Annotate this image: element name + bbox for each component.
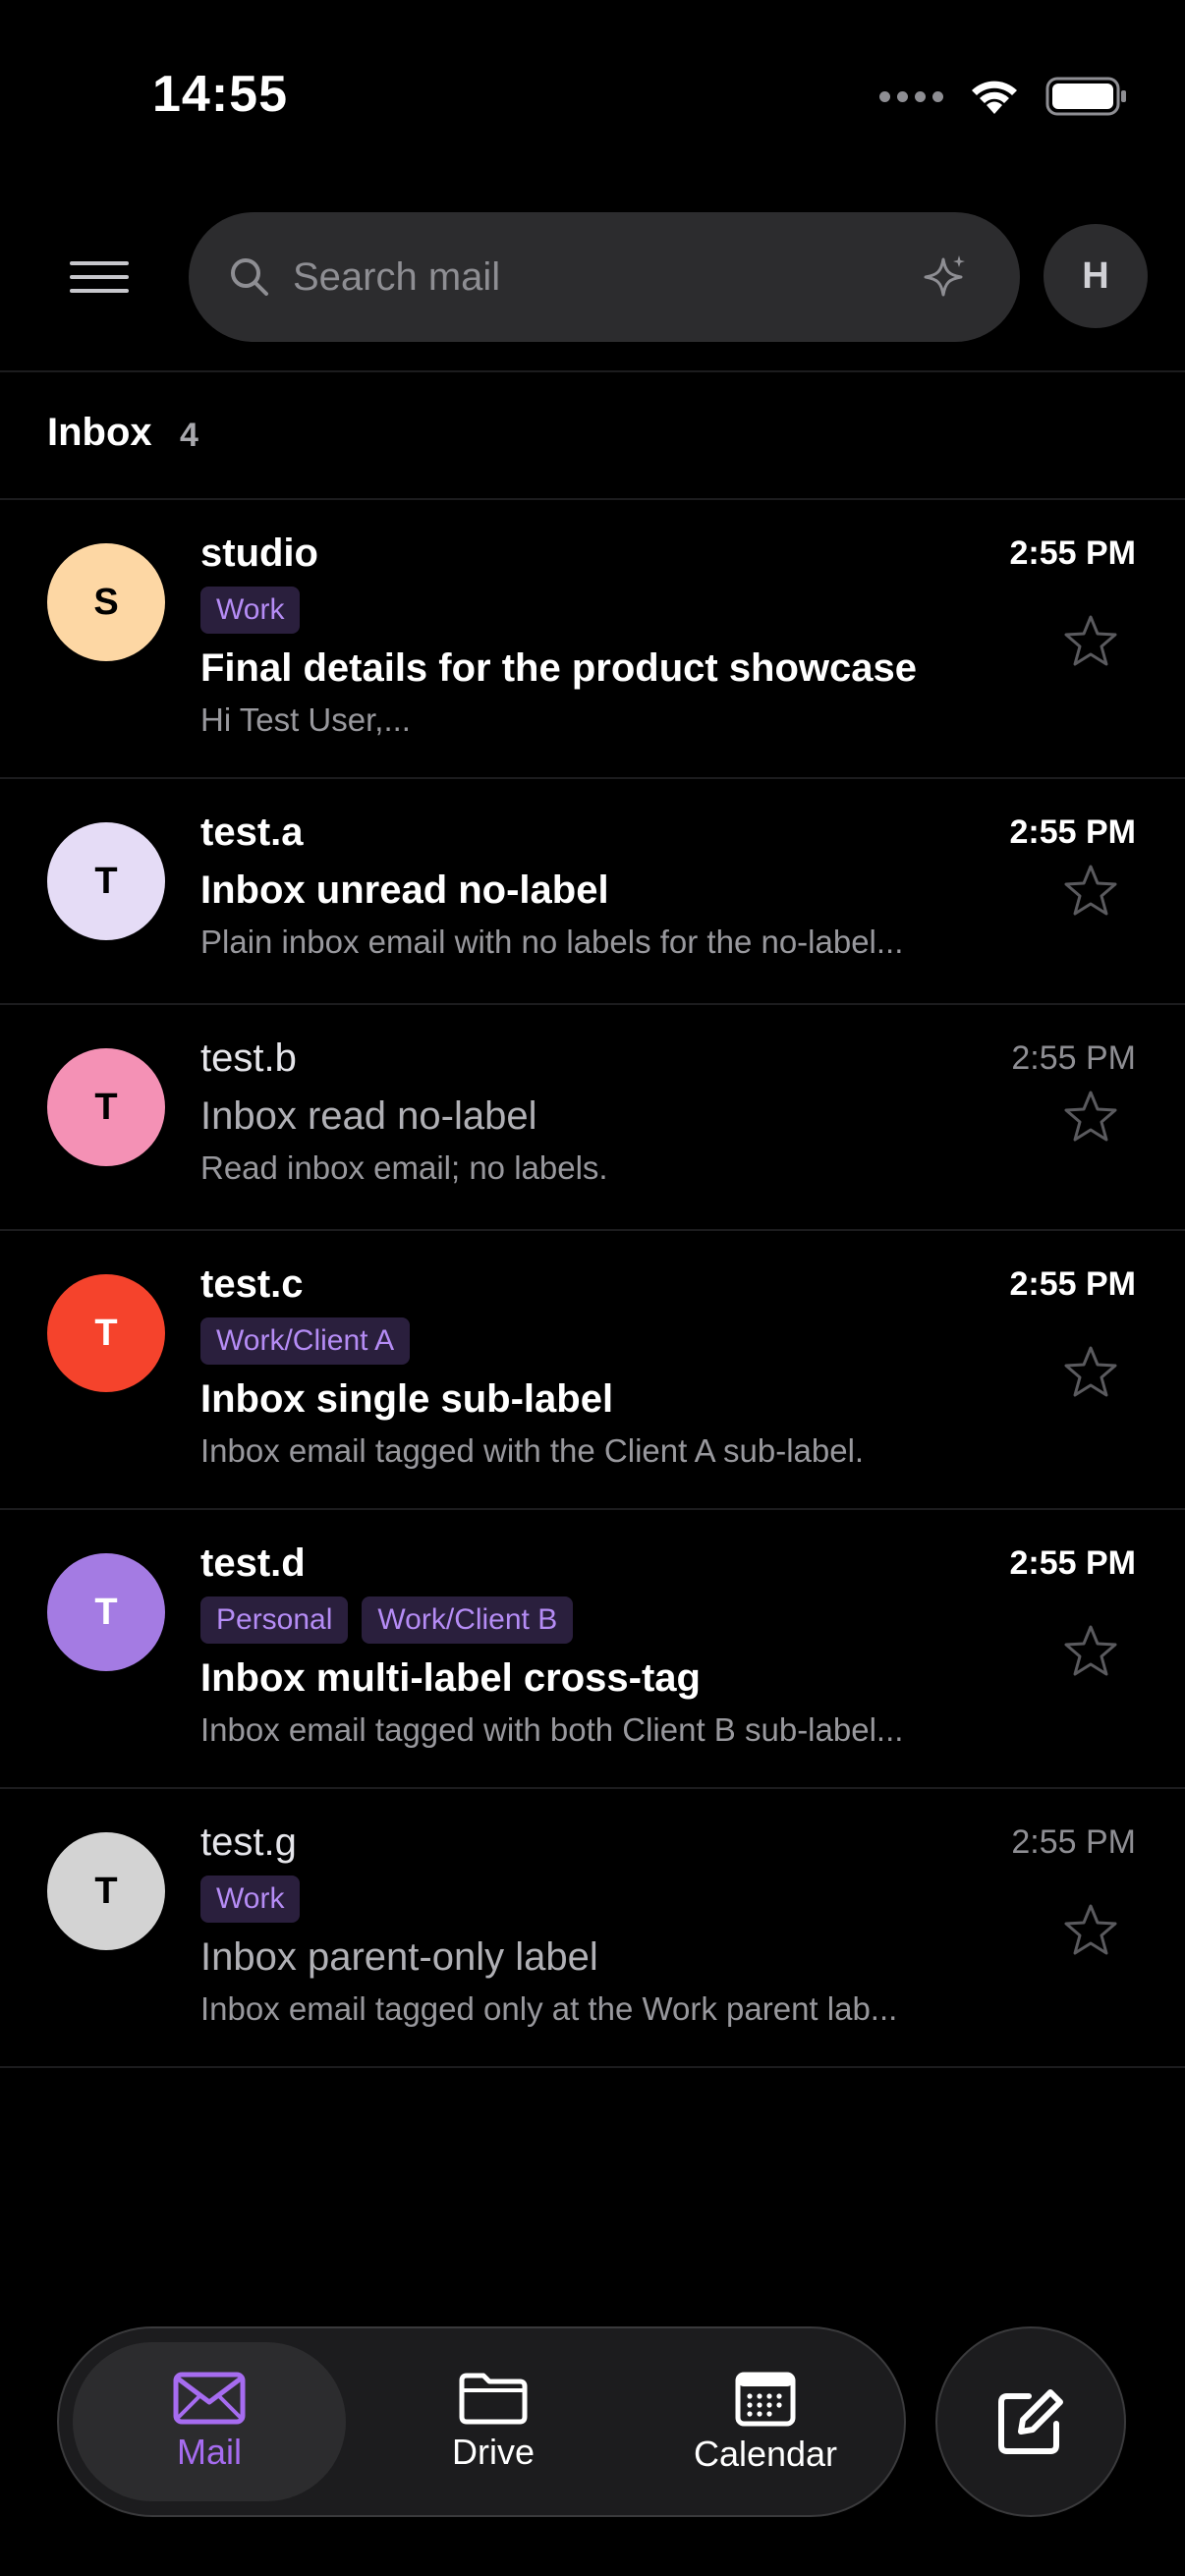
label-chip[interactable]: Work/Client A <box>200 1317 411 1365</box>
email-snippet: Inbox email tagged with the Client A sub… <box>200 1432 865 1469</box>
signal-icon <box>879 90 943 102</box>
compose-button[interactable] <box>935 2326 1126 2517</box>
email-subject: Inbox unread no-label <box>200 868 609 912</box>
status-bar: 14:55 <box>0 0 1185 196</box>
star-icon[interactable] <box>1061 1622 1120 1681</box>
email-time: 2:55 PM <box>1009 813 1137 851</box>
email-snippet: Plain inbox email with no labels for the… <box>200 924 904 960</box>
sender-name: test.g <box>200 1820 297 1864</box>
sender-avatar: T <box>47 1553 165 1671</box>
star-icon[interactable] <box>1061 862 1120 921</box>
email-subject: Inbox multi-label cross-tag <box>200 1656 701 1700</box>
sender-name: test.d <box>200 1541 306 1585</box>
email-snippet: Inbox email tagged with both Client B su… <box>200 1711 904 1748</box>
email-row[interactable]: Ttest.c 2:55 PM Work/Client A Inbox single … <box>0 1231 1185 1508</box>
email-snippet: Inbox email tagged only at the Work pare… <box>200 1990 898 2027</box>
inbox-count: 4 <box>180 417 198 454</box>
star-icon[interactable] <box>1061 1901 1120 1960</box>
email-subject: Final details for the product showcase <box>200 646 918 690</box>
tab-mail-label: Mail <box>176 2432 242 2472</box>
email-time: 2:55 PM <box>1009 1265 1137 1303</box>
star-icon[interactable] <box>1061 1088 1120 1147</box>
sender-avatar: S <box>47 543 165 661</box>
sender-avatar: T <box>47 1048 165 1166</box>
label-chips: Work <box>200 1876 301 1923</box>
email-row[interactable]: Ttest.d 2:55 PM Personal Work/Client B Inbox… <box>0 1510 1185 1787</box>
calendar-icon <box>735 2372 796 2427</box>
tab-mail[interactable]: Mail <box>73 2342 346 2501</box>
email-subject: Inbox parent-only label <box>200 1935 598 1979</box>
email-row[interactable]: Ttest.a 2:55 PM Inbox unread no-label Plain… <box>0 779 1185 1003</box>
menu-button[interactable] <box>57 242 141 312</box>
status-time: 14:55 <box>152 66 288 123</box>
search-icon <box>224 252 275 303</box>
sender-avatar: T <box>47 1274 165 1392</box>
status-icons <box>879 73 1128 120</box>
tab-drive-label: Drive <box>451 2432 535 2472</box>
email-subject: Inbox single sub-label <box>200 1377 614 1421</box>
label-chips: Work <box>200 587 301 634</box>
email-time: 2:55 PM <box>1011 1039 1136 1077</box>
sender-avatar: T <box>47 1832 165 1950</box>
compose-icon <box>998 2389 1063 2454</box>
label-chip[interactable]: Work <box>200 587 301 634</box>
inbox-title: Inbox <box>47 411 152 454</box>
search-bar[interactable]: Search mail <box>189 212 1020 342</box>
tab-drive[interactable]: Drive <box>395 2342 592 2501</box>
email-time: 2:55 PM <box>1011 1823 1136 1861</box>
search-input[interactable]: Search mail <box>293 212 500 342</box>
email-row[interactable]: Ttest.g 2:55 PM Work Inbox parent-only labe… <box>0 1789 1185 2066</box>
label-chips: Personal Work/Client B <box>200 1596 574 1644</box>
sender-name: test.c <box>200 1262 304 1306</box>
sender-name: test.b <box>200 1036 297 1080</box>
hamburger-icon <box>70 261 129 293</box>
email-snippet: Hi Test User,... <box>200 701 411 738</box>
tab-calendar[interactable]: Calendar <box>649 2342 882 2501</box>
account-avatar[interactable]: H <box>1044 224 1148 328</box>
sparkle-icon[interactable] <box>920 252 971 303</box>
label-chip[interactable]: Work/Client B <box>362 1596 574 1644</box>
sender-name: test.a <box>200 811 304 854</box>
label-chips: Work/Client A <box>200 1317 411 1365</box>
battery-icon <box>1045 77 1126 116</box>
bottom-tab-bar: Mail Drive Calendar <box>57 2326 906 2517</box>
sender-name: studio <box>200 532 318 575</box>
mail-icon <box>173 2372 246 2425</box>
sender-avatar: T <box>47 822 165 940</box>
folder-icon <box>459 2373 528 2425</box>
tab-calendar-label: Calendar <box>693 2434 838 2474</box>
divider <box>0 2066 1185 2068</box>
email-row[interactable]: Sstudio 2:55 PM Work Final details for the … <box>0 500 1185 777</box>
label-chip[interactable]: Personal <box>200 1596 349 1644</box>
email-time: 2:55 PM <box>1009 1544 1137 1582</box>
email-time: 2:55 PM <box>1009 534 1137 572</box>
email-row[interactable]: Ttest.b 2:55 PM Inbox read no-label Read in… <box>0 1005 1185 1229</box>
email-snippet: Read inbox email; no labels. <box>200 1149 608 1186</box>
label-chip[interactable]: Work <box>200 1876 301 1923</box>
star-icon[interactable] <box>1061 612 1120 671</box>
divider <box>0 370 1185 372</box>
email-subject: Inbox read no-label <box>200 1094 537 1138</box>
wifi-icon <box>972 81 1017 114</box>
star-icon[interactable] <box>1061 1343 1120 1402</box>
